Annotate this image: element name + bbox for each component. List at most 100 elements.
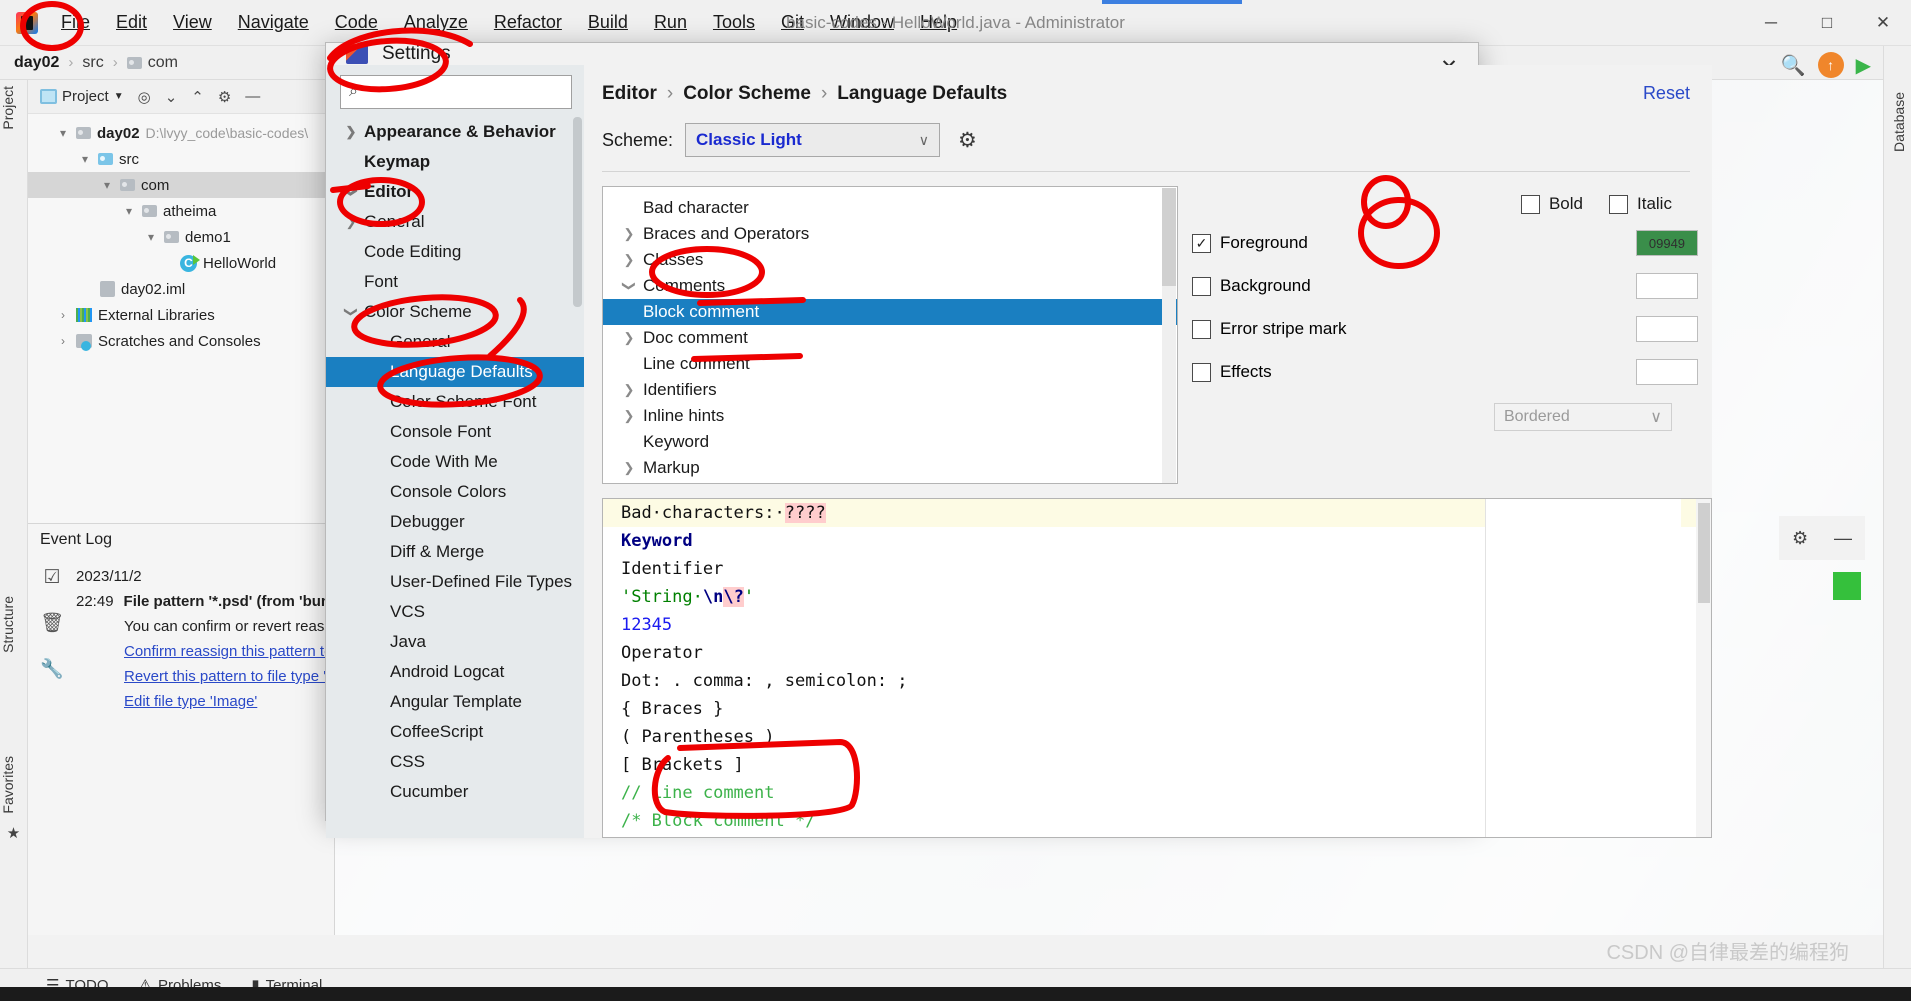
run-icon[interactable]: ▶ (1856, 53, 1871, 78)
effects-color-swatch[interactable] (1635, 359, 1698, 385)
menu-build[interactable]: Build (575, 8, 641, 37)
settings-item-language-defaults[interactable]: Language Defaults (326, 357, 584, 387)
settings-item-angular-template[interactable]: Angular Template (326, 687, 584, 717)
settings-item-android-logcat[interactable]: Android Logcat (326, 657, 584, 687)
settings-item-debugger[interactable]: Debugger (326, 507, 584, 537)
settings-item-diff-merge[interactable]: Diff & Merge (326, 537, 584, 567)
settings-item-user-defined-file-types[interactable]: User-Defined File Types (326, 567, 584, 597)
attr-item-identifiers[interactable]: ❯ Identifiers (603, 377, 1177, 403)
tree-item-helloworld[interactable]: C HelloWorld (28, 250, 334, 276)
breadcrumb-item-com[interactable]: com (126, 54, 178, 72)
close-window-button[interactable]: ✕ (1855, 0, 1911, 46)
tree-item-day02[interactable]: ▾ day02 D:\lvyy_code\basic-codes\ (28, 120, 334, 146)
attr-item-bad-character[interactable]: Bad character (603, 195, 1177, 221)
gear-icon[interactable]: ⚙ (1792, 528, 1808, 549)
settings-item-font[interactable]: Font (326, 267, 584, 297)
menu-view[interactable]: View (160, 8, 225, 37)
effects-checkbox[interactable]: Effects (1191, 362, 1636, 382)
settings-item-color-scheme[interactable]: ❯ Color Scheme (326, 297, 584, 327)
hide-panel-icon[interactable]: — (245, 88, 260, 105)
settings-item-cucumber[interactable]: Cucumber (326, 777, 584, 807)
reset-link[interactable]: Reset (1643, 83, 1690, 104)
editor-top-right-actions[interactable]: 🔍 ↑ ▶ (1781, 46, 1871, 84)
settings-breadcrumb-color-scheme[interactable]: Color Scheme (683, 83, 811, 105)
background-color-swatch[interactable] (1635, 273, 1698, 299)
color-preview-pane[interactable]: Bad·characters:·???? Keyword Identifier … (601, 498, 1712, 838)
attr-item-doc-comment[interactable]: ❯ Doc comment (603, 325, 1177, 351)
attr-item-line-comment[interactable]: Line comment (603, 351, 1177, 377)
menu-edit[interactable]: Edit (103, 8, 160, 37)
settings-item-editor[interactable]: ❯ Editor (326, 177, 584, 207)
settings-search-box[interactable]: ⌕ (340, 75, 572, 109)
minimize-button[interactable]: ─ (1743, 0, 1799, 46)
bold-checkbox[interactable]: Bold (1520, 194, 1583, 214)
locate-file-icon[interactable]: ◎ (138, 88, 151, 106)
menu-run[interactable]: Run (641, 8, 700, 37)
settings-item-general[interactable]: ❯ General (326, 207, 584, 237)
menu-code[interactable]: Code (322, 8, 391, 37)
tree-item-scratches-consoles[interactable]: › Scratches and Consoles (28, 328, 334, 354)
breadcrumb-item-src[interactable]: src (82, 54, 103, 72)
foreground-checkbox[interactable]: ✓ Foreground (1191, 233, 1636, 253)
menu-navigate[interactable]: Navigate (225, 8, 322, 37)
right-tool-rail[interactable] (1883, 46, 1911, 987)
error-stripe-checkbox[interactable]: Error stripe mark (1191, 319, 1636, 339)
event-log-link-edit[interactable]: Edit file type 'Image' (124, 689, 334, 714)
preview-scrollbar[interactable] (1695, 499, 1711, 837)
attr-item-block-comment[interactable]: Block comment (602, 299, 1177, 325)
foreground-color-swatch[interactable]: 09949 (1635, 230, 1698, 256)
settings-item-coffeescript[interactable]: CoffeeScript (326, 717, 584, 747)
wrench-icon[interactable]: 🔧 (40, 657, 64, 681)
settings-item-keymap[interactable]: Keymap (326, 147, 584, 177)
mark-read-icon[interactable]: ☑ (43, 566, 60, 589)
event-log-link-revert[interactable]: Revert this pattern to file type ' (124, 664, 334, 689)
gear-icon[interactable]: ⚙ (958, 128, 977, 153)
breadcrumb-item-day02[interactable]: day02 (14, 54, 59, 72)
attr-item-comments[interactable]: ❯ Comments (603, 273, 1177, 299)
italic-checkbox[interactable]: Italic (1609, 194, 1672, 214)
attributes-scrollbar-thumb[interactable] (1161, 188, 1176, 286)
tree-item-com[interactable]: ▾ com (28, 172, 334, 198)
settings-item-color-scheme-general[interactable]: General (326, 327, 584, 357)
settings-tree-scrollbar[interactable] (572, 117, 582, 307)
settings-breadcrumb-editor[interactable]: Editor (602, 83, 657, 105)
tree-item-atheima[interactable]: ▾ atheima (28, 198, 334, 224)
attr-item-braces-operators[interactable]: ❯ Braces and Operators (603, 221, 1177, 247)
project-view-selector[interactable]: Project ▼ (40, 88, 124, 105)
attr-item-inline-hints[interactable]: ❯ Inline hints (603, 403, 1177, 429)
settings-item-appearance-behavior[interactable]: ❯ Appearance & Behavior (326, 117, 584, 147)
window-controls[interactable]: ─ □ ✕ (1743, 0, 1911, 46)
preview-scrollbar-thumb[interactable] (1697, 503, 1710, 603)
settings-item-code-with-me[interactable]: Code With Me (326, 447, 584, 477)
settings-item-console-font[interactable]: Console Font (326, 417, 584, 447)
tool-rail-project[interactable]: Project (0, 80, 28, 180)
maximize-button[interactable]: □ (1799, 0, 1855, 46)
tree-item-demo1[interactable]: ▾ demo1 (28, 224, 334, 250)
scheme-select[interactable]: Classic Light ∨ (685, 123, 941, 157)
tree-item-external-libraries[interactable]: › External Libraries (28, 302, 334, 328)
minimize-panel-icon[interactable]: — (1834, 528, 1852, 549)
settings-item-vcs[interactable]: VCS (326, 597, 584, 627)
expand-all-icon[interactable]: ⌄ (165, 88, 178, 106)
menu-analyze[interactable]: Analyze (391, 8, 481, 37)
settings-item-code-editing[interactable]: Code Editing (326, 237, 584, 267)
menu-file[interactable]: File (48, 8, 103, 37)
effect-type-select[interactable]: Bordered ∨ (1493, 403, 1672, 431)
menu-tools[interactable]: Tools (700, 8, 768, 37)
settings-item-console-colors[interactable]: Console Colors (326, 477, 584, 507)
error-stripe-color-swatch[interactable] (1635, 316, 1698, 342)
event-log-link-confirm[interactable]: Confirm reassign this pattern to (124, 639, 334, 664)
tool-rail-favorites[interactable]: Favorites ★ (0, 750, 28, 970)
tree-item-src[interactable]: ▾ src (28, 146, 334, 172)
settings-item-css[interactable]: CSS (326, 747, 584, 777)
settings-search-input[interactable] (363, 83, 563, 101)
trash-icon[interactable]: 🗑 (40, 611, 64, 635)
gear-icon[interactable]: ⚙ (218, 88, 231, 106)
tree-item-day02-iml[interactable]: day02.iml (28, 276, 334, 302)
settings-item-java[interactable]: Java (326, 627, 584, 657)
settings-breadcrumb-language-defaults[interactable]: Language Defaults (837, 83, 1007, 105)
menu-refactor[interactable]: Refactor (481, 8, 575, 37)
background-checkbox[interactable]: Background (1191, 276, 1636, 296)
attr-item-markup[interactable]: ❯ Markup (603, 455, 1177, 481)
search-icon[interactable]: 🔍 (1781, 53, 1806, 78)
